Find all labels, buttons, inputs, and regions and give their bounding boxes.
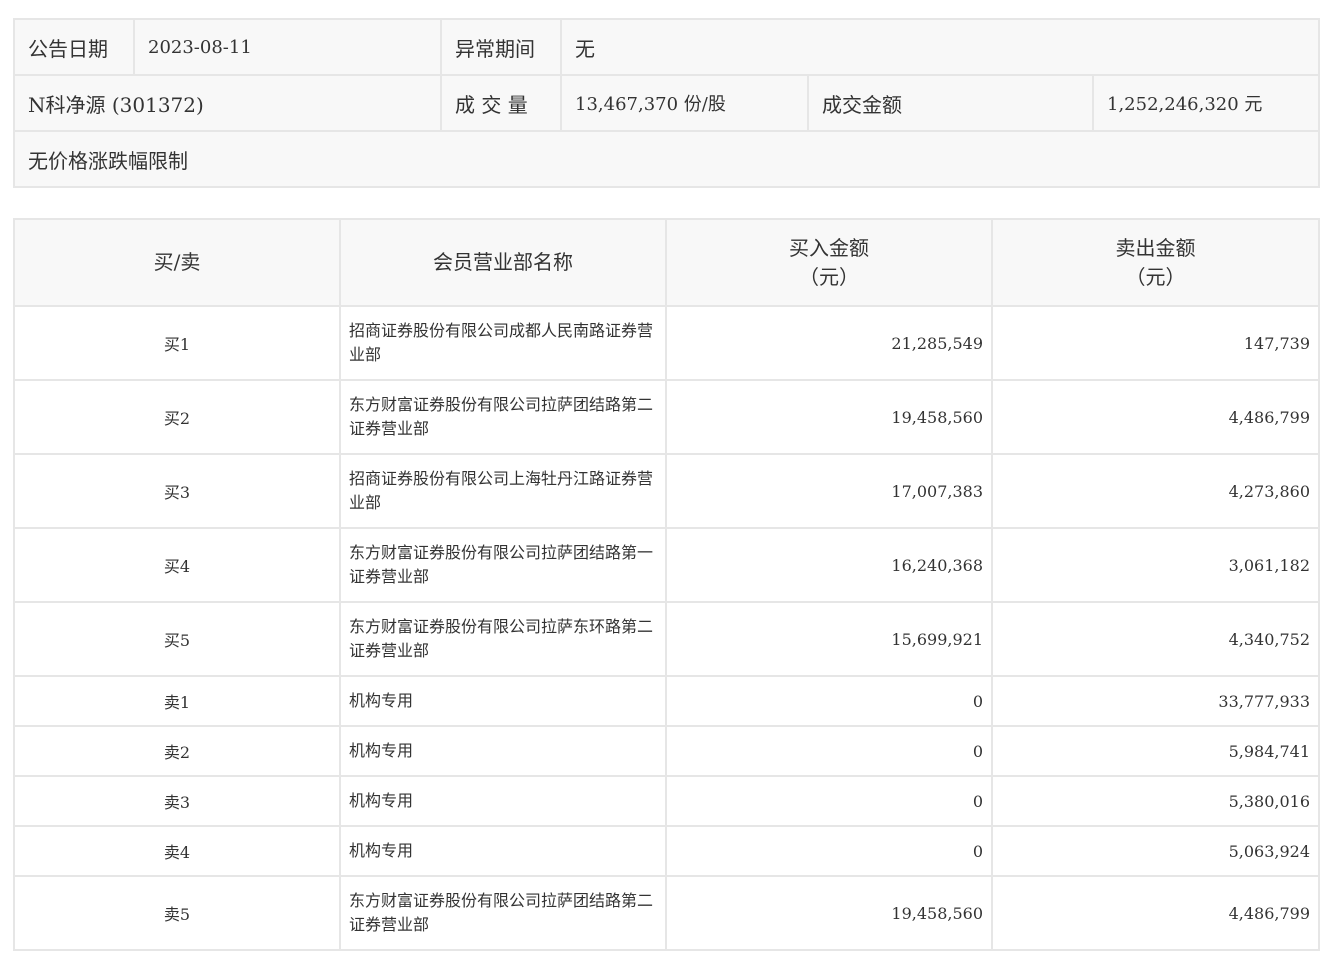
row-buy-amount: 0 (665, 825, 993, 877)
abnormal-period-value: 无 (559, 18, 1321, 76)
row-sell-amount: 4,486,799 (991, 875, 1320, 951)
abnormal-period-label: 异常期间 (440, 18, 562, 76)
row-type: 卖4 (13, 825, 341, 877)
row-type: 买2 (13, 379, 341, 455)
table-row: 买1 招商证券股份有限公司成都人民南路证券营业部 21,285,549 147,739 (13, 305, 1320, 381)
info-row-limit: 无价格涨跌幅限制 (12, 130, 1321, 188)
row-sell-amount: 147,739 (991, 305, 1320, 381)
row-sell-amount: 5,984,741 (991, 725, 1320, 777)
stock-name-code: N科净源 (301372) (13, 74, 442, 132)
row-type: 买5 (13, 601, 341, 677)
row-buy-amount: 17,007,383 (665, 453, 993, 529)
row-type: 卖5 (13, 875, 341, 951)
table-row: 卖5 东方财富证券股份有限公司拉萨团结路第二证券营业部 19,458,560 4,48… (13, 875, 1320, 951)
row-type: 卖2 (13, 725, 341, 777)
row-buy-amount: 0 (665, 775, 993, 827)
header-sell-unit: （元） (1125, 264, 1186, 289)
row-dept-name: 机构专用 (339, 725, 667, 777)
row-type: 卖3 (13, 775, 341, 827)
row-buy-amount: 21,285,549 (665, 305, 993, 381)
row-sell-amount: 4,486,799 (991, 379, 1320, 455)
header-sell: 卖出金额 （元） (991, 218, 1320, 307)
row-buy-amount: 16,240,368 (665, 527, 993, 603)
table-row: 卖1 机构专用 0 33,777,933 (13, 675, 1320, 727)
row-dept-name: 招商证券股份有限公司成都人民南路证券营业部 (339, 305, 667, 381)
row-sell-amount: 33,777,933 (991, 675, 1320, 727)
header-buy-unit: （元） (799, 264, 859, 289)
table-header-row: 买/卖 会员营业部名称 买入金额 （元） 卖出金额 （元） (13, 218, 1320, 307)
row-sell-amount: 3,061,182 (991, 527, 1320, 603)
table-row: 买4 东方财富证券股份有限公司拉萨团结路第一证券营业部 16,240,368 3,06… (13, 527, 1320, 603)
table-row: 卖2 机构专用 0 5,984,741 (13, 725, 1320, 777)
row-buy-amount: 15,699,921 (665, 601, 993, 677)
row-buy-amount: 19,458,560 (665, 379, 993, 455)
row-dept-name: 东方财富证券股份有限公司拉萨团结路第一证券营业部 (339, 527, 667, 603)
announce-date-label: 公告日期 (13, 18, 135, 76)
header-type: 买/卖 (13, 218, 341, 307)
row-sell-amount: 4,340,752 (991, 601, 1320, 677)
row-type: 买1 (13, 305, 341, 381)
table-row: 卖3 机构专用 0 5,380,016 (13, 775, 1320, 827)
price-limit-note: 无价格涨跌幅限制 (12, 130, 1321, 188)
info-row-date: 公告日期 2023-08-11 异常期间 无 (13, 18, 1321, 76)
header-sell-label: 卖出金额 (1115, 235, 1196, 260)
table-row: 买3 招商证券股份有限公司上海牡丹江路证券营业部 17,007,383 4,273,8… (13, 453, 1320, 529)
row-sell-amount: 5,063,924 (991, 825, 1320, 877)
row-dept-name: 机构专用 (339, 775, 667, 827)
volume-value: 13,467,370 份/股 (560, 74, 809, 132)
row-dept-name: 机构专用 (339, 675, 667, 727)
row-sell-amount: 4,273,860 (991, 453, 1320, 529)
amount-label: 成交金额 (807, 74, 1094, 132)
row-buy-amount: 19,458,560 (665, 875, 993, 951)
row-type: 买4 (13, 527, 341, 603)
row-type: 卖1 (13, 675, 341, 727)
row-dept-name: 招商证券股份有限公司上海牡丹江路证券营业部 (339, 453, 667, 529)
table-row: 卖4 机构专用 0 5,063,924 (13, 825, 1320, 877)
table-row: 买5 东方财富证券股份有限公司拉萨东环路第二证券营业部 15,699,921 4,34… (13, 601, 1320, 677)
row-buy-amount: 0 (665, 675, 993, 727)
row-sell-amount: 5,380,016 (991, 775, 1320, 827)
row-dept-name: 东方财富证券股份有限公司拉萨东环路第二证券营业部 (339, 601, 667, 677)
trading-seats-table: 买/卖 会员营业部名称 买入金额 （元） 卖出金额 （元） 买1 招商证券股份有限… (13, 218, 1320, 951)
header-dept: 会员营业部名称 (339, 218, 667, 307)
stock-info-table: 公告日期 2023-08-11 异常期间 无 N科净源 (301372) 成 交… (12, 18, 1321, 188)
row-type: 买3 (13, 453, 341, 529)
row-dept-name: 东方财富证券股份有限公司拉萨团结路第二证券营业部 (339, 875, 667, 951)
table-row: 买2 东方财富证券股份有限公司拉萨团结路第二证券营业部 19,458,560 4,48… (13, 379, 1320, 455)
row-dept-name: 东方财富证券股份有限公司拉萨团结路第二证券营业部 (339, 379, 667, 455)
announce-date-value: 2023-08-11 (133, 18, 442, 76)
header-buy: 买入金额 （元） (665, 218, 993, 307)
row-buy-amount: 0 (665, 725, 993, 777)
header-buy-label: 买入金额 (789, 235, 869, 260)
amount-value: 1,252,246,320 元 (1091, 74, 1321, 132)
info-row-volume: N科净源 (301372) 成 交 量 13,467,370 份/股 成交金额 … (13, 74, 1321, 132)
volume-label: 成 交 量 (440, 74, 562, 132)
row-dept-name: 机构专用 (339, 825, 667, 877)
